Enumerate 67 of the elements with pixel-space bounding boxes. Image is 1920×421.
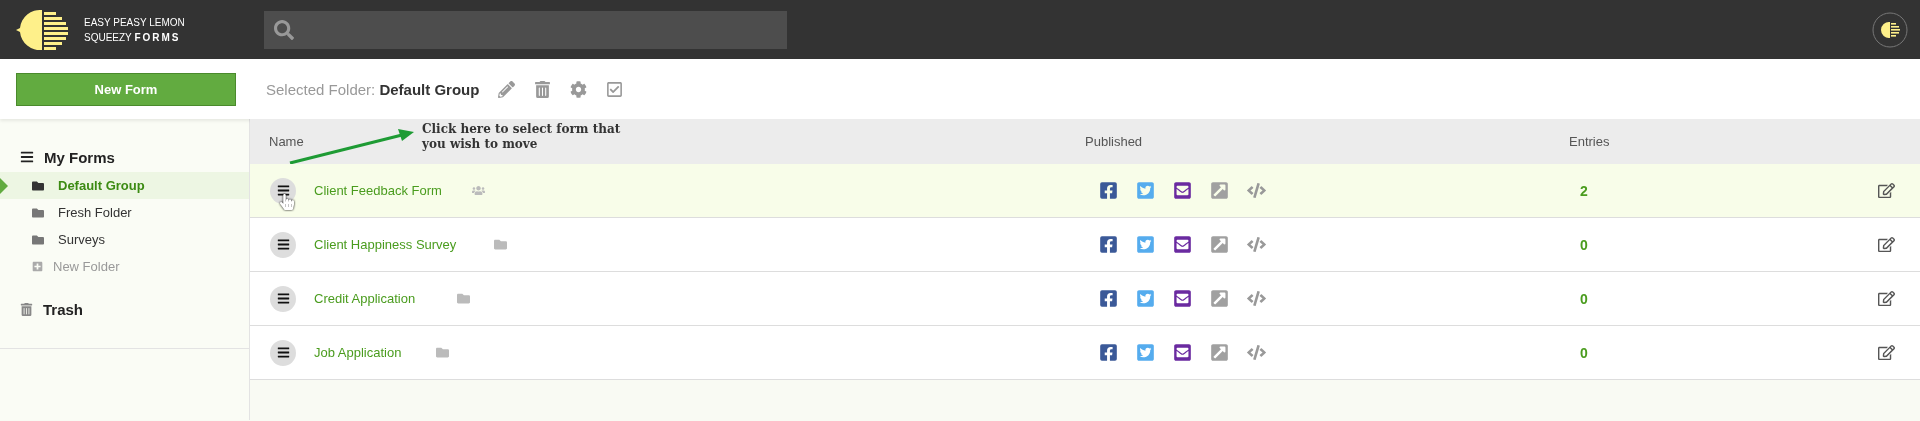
entries-count: 0 [1580, 236, 1588, 253]
code-icon[interactable] [1247, 343, 1266, 362]
email-icon[interactable] [1173, 181, 1192, 200]
folder-icon [457, 292, 471, 305]
form-row[interactable]: Client Feedback Form 2 [250, 164, 1920, 218]
column-header: Published [1085, 134, 1143, 149]
form-name-link[interactable]: Job Application [314, 345, 402, 360]
code-icon[interactable] [1247, 289, 1266, 308]
group-icon [472, 184, 485, 197]
facebook-icon[interactable] [1099, 235, 1118, 254]
trash-item[interactable]: Trash [0, 294, 249, 324]
selected-marker-icon [0, 178, 8, 194]
folder-item[interactable]: Surveys [0, 226, 249, 253]
column-header: Entries [1569, 134, 1610, 149]
edit-icon[interactable] [1878, 236, 1895, 253]
new-folder-link[interactable]: New Folder [0, 253, 249, 280]
logo-text: EASY PEASY LEMON SQUEEZY FORMS [84, 15, 186, 45]
trash-icon [20, 302, 33, 316]
external-link-icon[interactable] [1210, 235, 1229, 254]
hand-cursor-icon [279, 194, 295, 210]
entries-count: 0 [1580, 344, 1588, 361]
drag-handle[interactable] [270, 177, 296, 204]
form-row[interactable]: Credit Application 0 [250, 272, 1920, 326]
email-icon[interactable] [1173, 343, 1192, 362]
facebook-icon[interactable] [1099, 181, 1118, 200]
email-icon[interactable] [1173, 289, 1192, 308]
email-icon[interactable] [1173, 235, 1192, 254]
lemon-logo-icon [14, 7, 70, 52]
lemon-avatar-icon[interactable] [1872, 11, 1908, 48]
search-field[interactable] [264, 10, 787, 49]
form-name-link[interactable]: Client Feedback Form [314, 183, 442, 198]
facebook-icon[interactable] [1099, 289, 1118, 308]
drag-handle[interactable] [270, 339, 296, 366]
my-forms-heading: My Forms [44, 148, 115, 166]
external-link-icon[interactable] [1210, 289, 1229, 308]
settings-icon[interactable] [570, 80, 588, 98]
form-row[interactable]: Client Happiness Survey 0 [250, 218, 1920, 272]
external-link-icon[interactable] [1210, 343, 1229, 362]
edit-icon[interactable] [1878, 182, 1895, 199]
folder-item[interactable]: Fresh Folder [0, 199, 249, 226]
drag-handle[interactable] [270, 231, 296, 258]
folder-icon [32, 179, 44, 192]
list-icon [20, 150, 34, 164]
new-form-button[interactable]: New Form [16, 72, 236, 106]
entries-count: 2 [1580, 182, 1588, 199]
edit-icon[interactable] [1878, 290, 1895, 307]
selected-folder-label: Selected Folder: Default Group [266, 80, 480, 98]
folder-icon [493, 238, 507, 251]
folder-item[interactable]: Default Group [0, 172, 249, 199]
search-icon [274, 19, 294, 40]
drag-handle[interactable] [270, 285, 296, 312]
entries-count: 0 [1580, 290, 1588, 307]
code-icon[interactable] [1247, 235, 1266, 254]
facebook-icon[interactable] [1099, 343, 1118, 362]
form-name-link[interactable]: Credit Application [314, 291, 416, 306]
folder-icon [32, 206, 44, 219]
code-icon[interactable] [1247, 181, 1266, 200]
checkbox-icon[interactable] [606, 80, 624, 98]
column-header: Name [269, 134, 304, 149]
folder-icon [435, 346, 449, 359]
annotation-text: Click here to select form that you wish to move [422, 122, 622, 152]
folder-icon [32, 233, 44, 246]
form-row[interactable]: Job Application 0 [250, 326, 1920, 380]
edit-icon[interactable] [1878, 344, 1895, 361]
form-name-link[interactable]: Client Happiness Survey [314, 237, 457, 252]
plus-icon [32, 261, 43, 272]
trash-icon[interactable] [534, 80, 552, 98]
